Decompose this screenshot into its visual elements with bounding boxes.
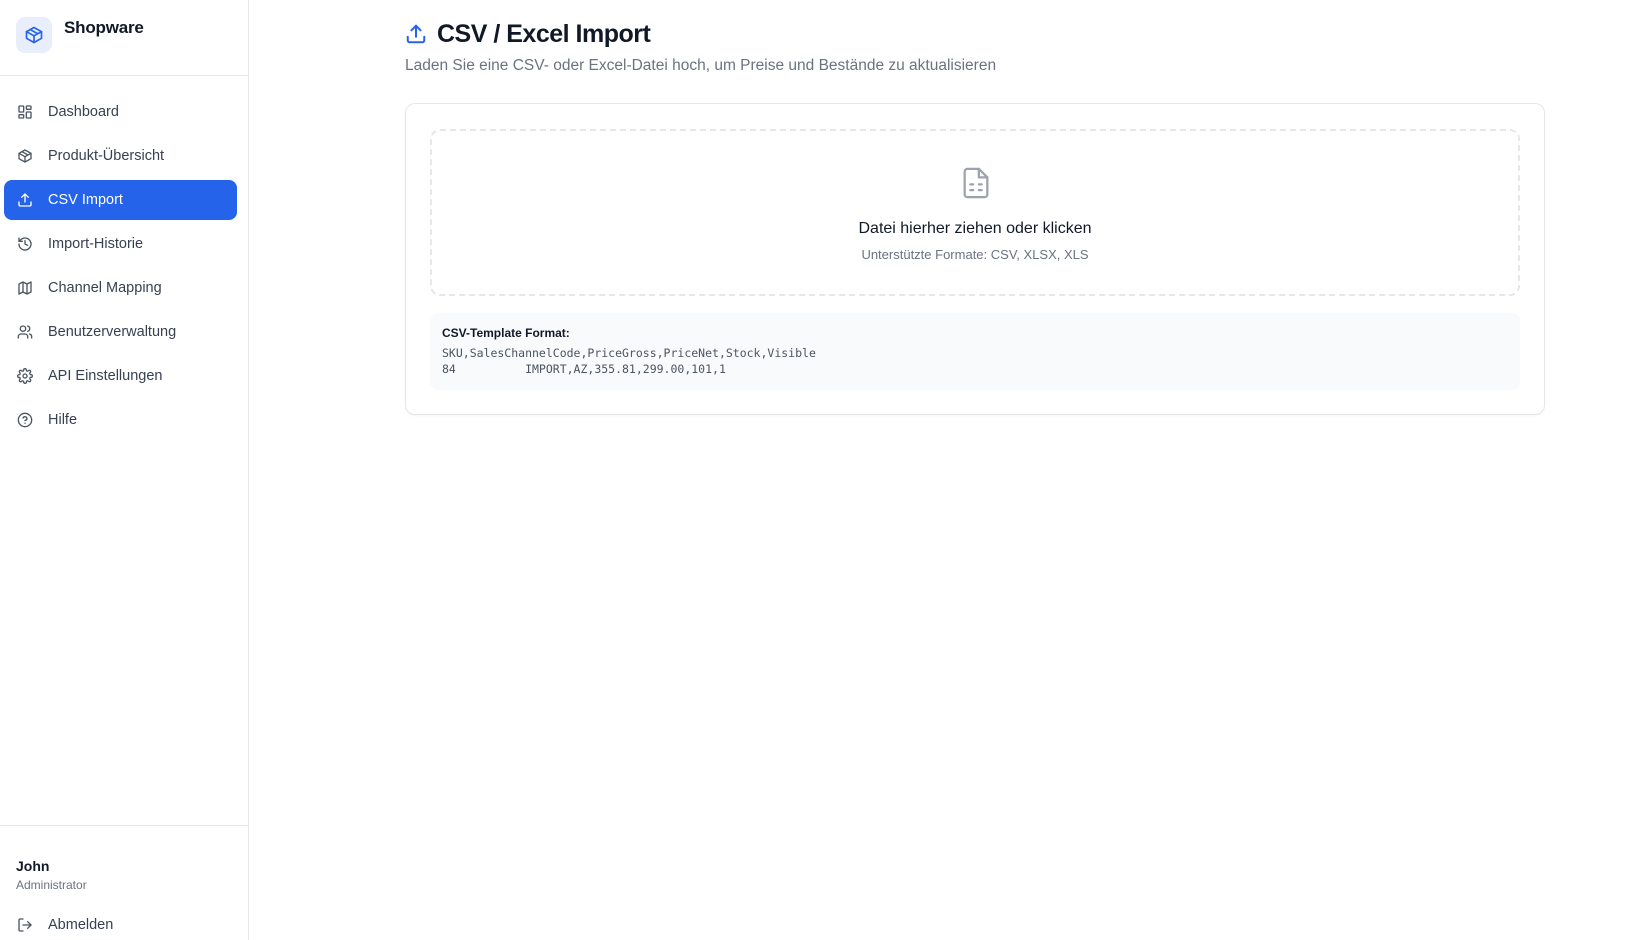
file-dropzone[interactable]: Datei hierher ziehen oder klicken Unters… (430, 129, 1520, 296)
page-subtitle: Laden Sie eine CSV- oder Excel-Datei hoc… (405, 57, 997, 74)
sidebar-item-channel-mapping[interactable]: Channel Mapping (4, 268, 237, 308)
sidebar-item-label: Benutzerverwaltung (48, 324, 177, 340)
dropzone-title: Datei hierher ziehen oder klicken (858, 220, 1092, 237)
sidebar-item-label: Dashboard (48, 104, 119, 120)
box-icon (16, 17, 52, 53)
help-circle-icon (16, 411, 34, 429)
brand-name: Shopware (64, 18, 144, 37)
sidebar-item-label: Produkt-Übersicht (48, 148, 165, 164)
sidebar-item-label: Hilfe (48, 412, 78, 428)
gear-icon (16, 367, 34, 385)
import-card: Datei hierher ziehen oder klicken Unters… (405, 103, 1545, 415)
sidebar-item-api-einstellungen[interactable]: API Einstellungen (4, 356, 237, 396)
sidebar-item-label: CSV Import (48, 192, 123, 208)
grid-icon (16, 103, 34, 121)
user-name: John (16, 858, 50, 874)
package-icon (16, 147, 34, 165)
logout-icon (16, 916, 34, 934)
sidebar-item-dashboard[interactable]: Dashboard (4, 92, 237, 132)
sidebar-item-hilfe[interactable]: Hilfe (4, 400, 237, 440)
sidebar-item-label: Import-Historie (48, 236, 144, 252)
sidebar-item-csv-import[interactable]: CSV Import (4, 180, 237, 220)
sidebar: Shopware Dashboard Produkt-Übersicht CSV… (0, 0, 249, 940)
sidebar-item-benutzerverwaltung[interactable]: Benutzerverwaltung (4, 312, 237, 352)
csv-template-example-line: 84 IMPORT,AZ,355.81,299.00,101,1 (442, 362, 726, 376)
user-role: Administrator (16, 878, 87, 892)
csv-template-box: CSV-Template Format: SKU,SalesChannelCod… (430, 313, 1520, 390)
sidebar-item-produkt-uebersicht[interactable]: Produkt-Übersicht (4, 136, 237, 176)
sidebar-nav: Dashboard Produkt-Übersicht CSV Import I… (4, 92, 237, 444)
csv-template-header-line: SKU,SalesChannelCode,PriceGross,PriceNet… (442, 346, 816, 360)
upload-icon (16, 191, 34, 209)
map-icon (16, 279, 34, 297)
page-title: CSV / Excel Import (437, 20, 651, 48)
dropzone-hint: Unterstützte Formate: CSV, XLSX, XLS (861, 247, 1089, 262)
csv-template-label: CSV-Template Format: (442, 326, 570, 340)
logout-label: Abmelden (48, 917, 114, 933)
file-text-icon (959, 164, 993, 202)
upload-icon (405, 23, 429, 47)
sidebar-item-label: Channel Mapping (48, 280, 162, 296)
users-icon (16, 323, 34, 341)
sidebar-item-label: API Einstellungen (48, 368, 163, 384)
logout-button[interactable]: Abmelden (4, 908, 237, 940)
history-icon (16, 235, 34, 253)
brand-header: Shopware (0, 0, 248, 76)
page-header: CSV / Excel Import (405, 20, 651, 49)
sidebar-footer: John Administrator Abmelden (0, 825, 248, 940)
sidebar-item-import-historie[interactable]: Import-Historie (4, 224, 237, 264)
